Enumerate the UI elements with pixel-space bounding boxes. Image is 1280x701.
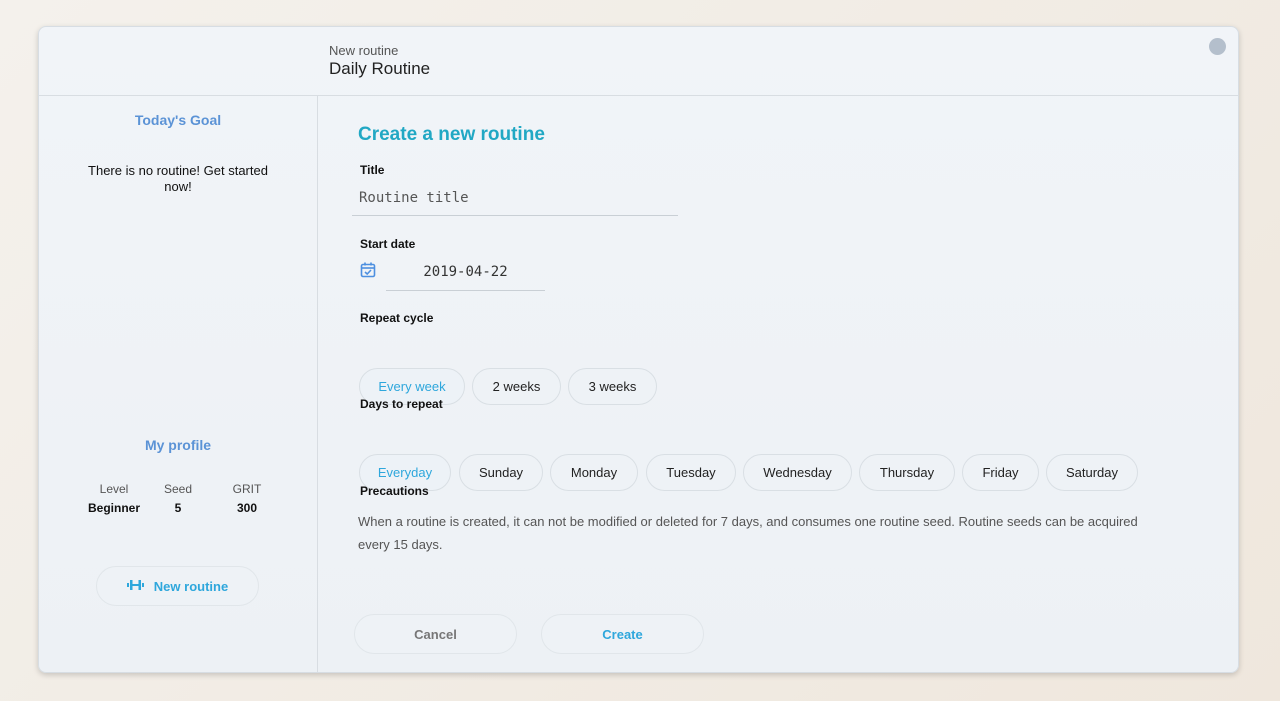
day-saturday[interactable]: Saturday: [1046, 454, 1138, 491]
cycle-3-weeks[interactable]: 3 weeks: [568, 368, 657, 405]
new-routine-button[interactable]: New routine: [96, 566, 259, 606]
day-monday[interactable]: Monday: [550, 454, 638, 491]
window-control-button[interactable]: [1209, 38, 1226, 55]
start-date-input[interactable]: 2019-04-22: [386, 260, 545, 291]
precautions-text: When a routine is created, it can not be…: [358, 514, 1138, 552]
stat-seed: Seed 5: [143, 482, 213, 515]
day-thursday[interactable]: Thursday: [859, 454, 955, 491]
cancel-button[interactable]: Cancel: [354, 614, 517, 654]
dumbbell-icon: [126, 579, 144, 594]
header: New routine Daily Routine: [39, 27, 1238, 96]
new-routine-label: New routine: [153, 578, 229, 594]
stat-label: GRIT: [232, 482, 262, 496]
day-friday[interactable]: Friday: [962, 454, 1039, 491]
stat-value: 300: [236, 501, 258, 515]
title-input[interactable]: Routine title: [352, 186, 678, 216]
my-profile-heading: My profile: [144, 437, 212, 453]
page-title: Daily Routine: [329, 59, 431, 78]
create-routine-form: Create a new routine Title Routine title…: [318, 96, 1238, 672]
stat-level: Level Beginner: [79, 482, 149, 515]
stat-value: Beginner: [87, 501, 140, 515]
start-date-label: Start date: [360, 237, 416, 251]
create-button[interactable]: Create: [541, 614, 704, 654]
stat-grit: GRIT 300: [212, 482, 282, 515]
empty-routine-message: There is no routine! Get started now!: [88, 163, 268, 194]
app-window: New routine Daily Routine Today's Goal T…: [38, 26, 1239, 673]
stat-value: 5: [174, 501, 182, 515]
todays-goal-heading: Today's Goal: [134, 112, 222, 128]
day-sunday[interactable]: Sunday: [459, 454, 543, 491]
calendar-check-icon[interactable]: [360, 262, 376, 283]
day-tuesday[interactable]: Tuesday: [646, 454, 736, 491]
title-label: Title: [360, 163, 385, 177]
stat-label: Level: [99, 482, 129, 496]
sidebar: Today's Goal There is no routine! Get st…: [39, 96, 318, 672]
form-heading: Create a new routine: [358, 124, 545, 145]
repeat-cycle-label: Repeat cycle: [360, 311, 434, 325]
cycle-2-weeks[interactable]: 2 weeks: [472, 368, 561, 405]
day-wednesday[interactable]: Wednesday: [743, 454, 852, 491]
page-subtitle: New routine: [329, 43, 399, 58]
days-label: Days to repeat: [360, 397, 443, 411]
precautions-label: Precautions: [360, 484, 429, 498]
stat-label: Seed: [163, 482, 193, 496]
